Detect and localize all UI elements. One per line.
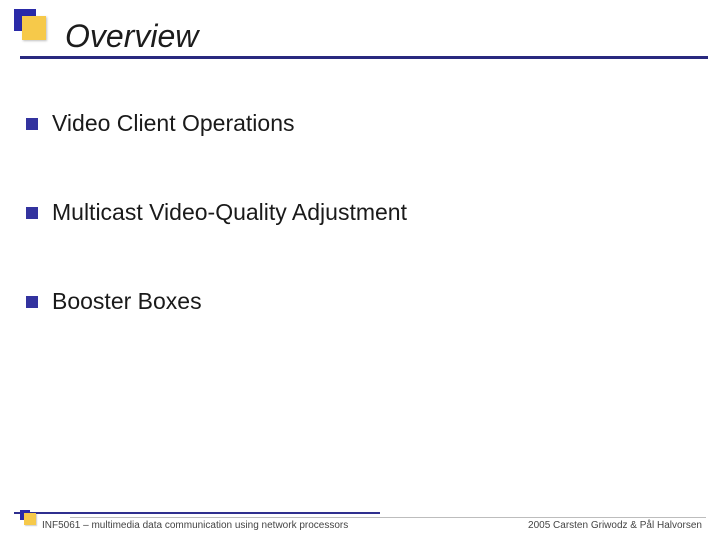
content-area: Video Client Operations Multicast Video-… xyxy=(26,110,696,377)
page-title: Overview xyxy=(65,18,198,55)
footer-left-text: INF5061 – multimedia data communication … xyxy=(42,520,348,531)
list-item: Booster Boxes xyxy=(26,288,696,315)
bullet-text: Booster Boxes xyxy=(52,288,202,315)
footer-logo-icon xyxy=(20,510,40,530)
footer-right-text: 2005 Carsten Griwodz & Pål Halvorsen xyxy=(528,520,702,531)
bullet-text: Multicast Video-Quality Adjustment xyxy=(52,199,407,226)
bullet-text: Video Client Operations xyxy=(52,110,295,137)
footer: INF5061 – multimedia data communication … xyxy=(0,518,720,540)
square-bullet-icon xyxy=(26,118,38,130)
slide: Overview Video Client Operations Multica… xyxy=(0,0,720,540)
square-bullet-icon xyxy=(26,207,38,219)
list-item: Video Client Operations xyxy=(26,110,696,137)
title-text: Overview xyxy=(65,18,198,54)
square-front-icon xyxy=(22,16,46,40)
square-front-icon xyxy=(24,513,36,525)
title-logo-icon xyxy=(14,9,58,53)
footer-rule-secondary xyxy=(70,517,706,518)
footer-rule-primary xyxy=(14,512,380,514)
square-bullet-icon xyxy=(26,296,38,308)
title-underline xyxy=(20,56,708,59)
list-item: Multicast Video-Quality Adjustment xyxy=(26,199,696,226)
